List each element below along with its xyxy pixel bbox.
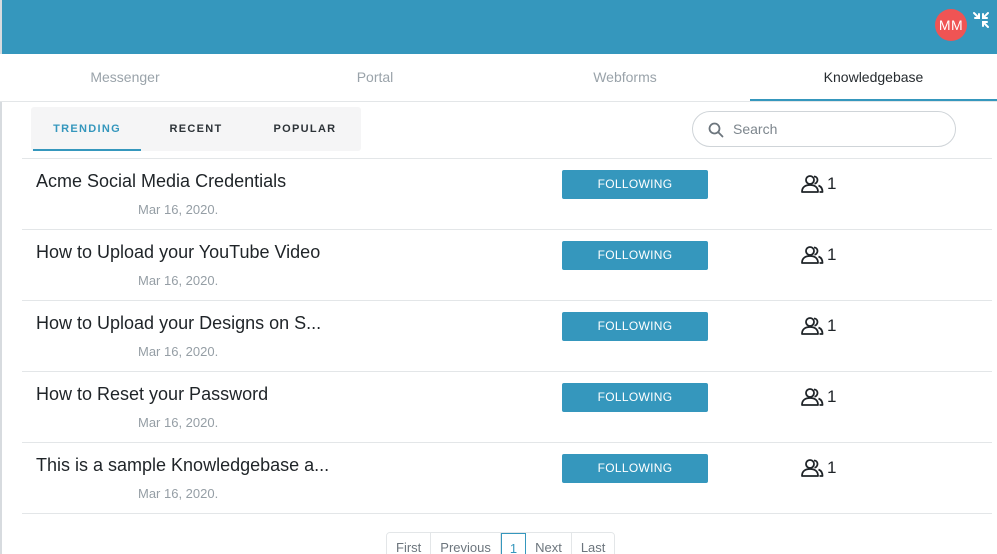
top-header: MM [0,0,997,54]
article-title[interactable]: How to Upload your YouTube Video [36,242,320,263]
tab-portal[interactable]: Portal [250,54,500,101]
collapse-arrows-icon[interactable] [971,10,991,30]
followers-number: 1 [827,458,837,477]
users-icon [801,459,824,477]
page-next-button[interactable]: Next [526,533,572,554]
subtab-recent[interactable]: RECENT [143,107,249,151]
tab-messenger[interactable]: Messenger [0,54,250,101]
article-row[interactable]: Acme Social Media Credentials Mar 16, 20… [22,159,992,230]
tab-knowledgebase[interactable]: Knowledgebase [750,54,997,101]
followers-count: 1 [800,173,836,195]
following-button[interactable]: FOLLOWING [562,241,708,270]
article-row[interactable]: How to Upload your Designs on S... Mar 1… [22,301,992,372]
following-button[interactable]: FOLLOWING [562,170,708,199]
following-button[interactable]: FOLLOWING [562,312,708,341]
article-title[interactable]: How to Upload your Designs on S... [36,313,321,334]
main-tabs: Messenger Portal Webforms Knowledgebase [0,54,997,102]
following-button[interactable]: FOLLOWING [562,383,708,412]
page-last-button[interactable]: Last [571,533,615,554]
followers-number: 1 [827,174,837,193]
followers-count: 1 [800,315,836,337]
subtab-trending[interactable]: TRENDING [33,107,141,151]
page-first-button[interactable]: First [387,533,432,554]
followers-count: 1 [800,386,836,408]
users-icon [801,246,824,264]
following-button[interactable]: FOLLOWING [562,454,708,483]
article-date: Mar 16, 2020. [138,273,219,288]
user-avatar[interactable]: MM [935,9,967,41]
tab-webforms[interactable]: Webforms [500,54,750,101]
followers-number: 1 [827,387,837,406]
article-title[interactable]: How to Reset your Password [36,384,268,405]
article-date: Mar 16, 2020. [138,486,219,501]
page-previous-button[interactable]: Previous [431,533,501,554]
subtab-popular[interactable]: POPULAR [251,107,359,151]
knowledgebase-page: MM Messenger Portal Webforms Knowledgeba… [0,0,997,554]
page-number-button[interactable]: 1 [500,533,527,554]
article-date: Mar 16, 2020. [138,202,219,217]
users-icon [801,317,824,335]
followers-number: 1 [827,316,837,335]
article-row[interactable]: How to Upload your YouTube Video Mar 16,… [22,230,992,301]
search-input[interactable] [733,118,943,140]
article-date: Mar 16, 2020. [138,344,219,359]
article-title[interactable]: This is a sample Knowledgebase a... [36,455,329,476]
users-icon [801,175,824,193]
followers-number: 1 [827,245,837,264]
users-icon [801,388,824,406]
article-title[interactable]: Acme Social Media Credentials [36,171,286,192]
article-date: Mar 16, 2020. [138,415,219,430]
pagination: First Previous 1 Next Last [386,532,616,554]
followers-count: 1 [800,457,836,479]
search-box [692,111,956,147]
article-row[interactable]: How to Reset your Password Mar 16, 2020.… [22,372,992,443]
search-icon [708,122,724,138]
followers-count: 1 [800,244,836,266]
sort-tabs: TRENDING RECENT POPULAR [31,107,361,151]
article-row[interactable]: This is a sample Knowledgebase a... Mar … [22,443,992,514]
